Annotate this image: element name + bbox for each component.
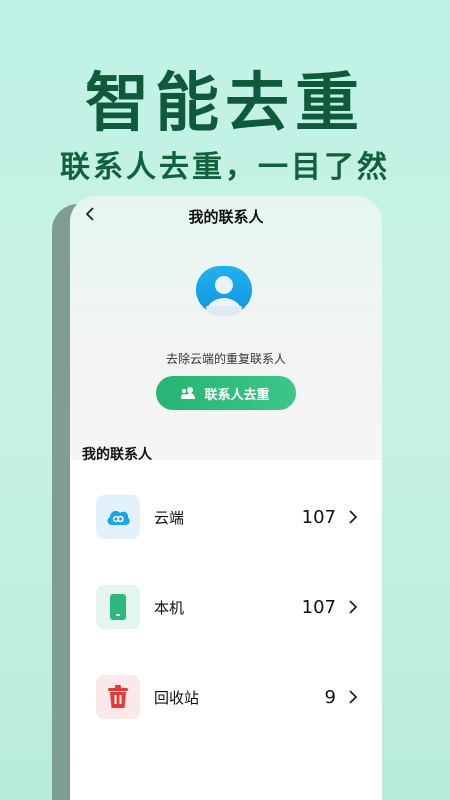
- hero-title: 智能去重: [85, 67, 365, 141]
- list-item-recycle-bin[interactable]: 回收站 9: [96, 674, 358, 720]
- chevron-right-icon: [349, 600, 358, 614]
- list-item-label: 云端: [154, 508, 185, 527]
- users-icon: [181, 387, 198, 399]
- list-item-label: 回收站: [154, 688, 200, 707]
- page-title: 我的联系人: [188, 208, 264, 226]
- list-item-local[interactable]: 本机 107: [96, 584, 358, 630]
- cloud-icon: [96, 495, 140, 539]
- chevron-right-icon: [349, 690, 358, 704]
- list-item-count: 107: [301, 506, 336, 528]
- section-title: 我的联系人: [82, 447, 152, 463]
- chevron-right-icon: [349, 510, 358, 524]
- phone-screen: 我的联系人 去除云端的重复联系人 联系人去重 我的联系人 云端 107 本机 1…: [70, 196, 382, 800]
- header-background: [70, 196, 382, 460]
- list-item-label: 本机: [154, 598, 185, 617]
- description-text: 去除云端的重复联系人: [165, 352, 286, 366]
- dedupe-button-label: 联系人去重: [204, 387, 270, 403]
- list-item-cloud[interactable]: 云端 107: [96, 494, 358, 540]
- trash-icon: [96, 675, 140, 719]
- hero-subtitle: 联系人去重，一目了然: [60, 150, 390, 185]
- list-item-count: 9: [324, 686, 336, 708]
- dedupe-contacts-button[interactable]: 联系人去重: [156, 376, 296, 410]
- phone-icon: [96, 585, 140, 629]
- avatar-base: [206, 306, 242, 316]
- list-item-count: 107: [301, 596, 336, 618]
